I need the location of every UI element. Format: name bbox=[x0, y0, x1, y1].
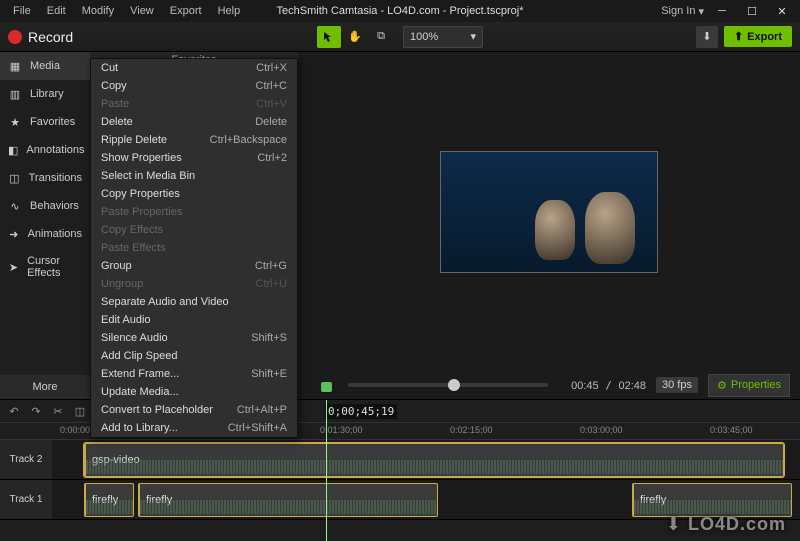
context-menu: CutCtrl+XCopyCtrl+CPasteCtrl+VDeleteDele… bbox=[90, 58, 298, 438]
preview-content bbox=[585, 192, 635, 264]
sidebar-item-media[interactable]: ▦Media bbox=[0, 52, 90, 80]
swap-icon: ◫ bbox=[8, 171, 21, 185]
sidebar-item-animations[interactable]: ➜Animations bbox=[0, 220, 90, 248]
ctx-item-copy-properties[interactable]: Copy Properties bbox=[91, 185, 297, 203]
waveform bbox=[86, 500, 133, 514]
books-icon: ▥ bbox=[8, 87, 22, 101]
redo-button[interactable]: ↷ bbox=[28, 403, 44, 419]
ctx-item-show-properties[interactable]: Show PropertiesCtrl+2 bbox=[91, 149, 297, 167]
ctx-item-paste-properties: Paste Properties bbox=[91, 203, 297, 221]
ctx-item-ripple-delete[interactable]: Ripple DeleteCtrl+Backspace bbox=[91, 131, 297, 149]
minimize-button[interactable]: ─ bbox=[710, 2, 734, 20]
waveform bbox=[86, 460, 783, 474]
ctx-item-paste-effects: Paste Effects bbox=[91, 239, 297, 257]
menu-help[interactable]: Help bbox=[211, 3, 248, 19]
zoom-dropdown[interactable]: 100%▾ bbox=[403, 26, 483, 48]
callout-icon: ◧ bbox=[8, 143, 18, 157]
record-icon bbox=[8, 30, 22, 44]
titlebar: File Edit Modify View Export Help TechSm… bbox=[0, 0, 800, 22]
upload-icon: ⬆ bbox=[734, 30, 743, 43]
export-button[interactable]: ⬆ Export bbox=[724, 26, 792, 47]
clip[interactable]: firefly bbox=[632, 483, 792, 517]
star-icon: ★ bbox=[8, 115, 22, 129]
undo-button[interactable]: ↶ bbox=[6, 403, 22, 419]
video-preview[interactable] bbox=[440, 151, 658, 273]
waveform bbox=[634, 500, 791, 514]
menu-edit[interactable]: Edit bbox=[40, 3, 73, 19]
gear-icon: ⚙ bbox=[717, 379, 727, 392]
more-button[interactable]: More bbox=[0, 375, 90, 399]
track-body[interactable]: gsp-video bbox=[52, 440, 800, 479]
track-header[interactable]: Track 1 bbox=[0, 480, 52, 519]
bars-icon: ∿ bbox=[8, 199, 22, 213]
sidebar-item-annotations[interactable]: ◧Annotations bbox=[0, 136, 90, 164]
ctx-item-separate-audio-and-video[interactable]: Separate Audio and Video bbox=[91, 293, 297, 311]
ctx-item-silence-audio[interactable]: Silence AudioShift+S bbox=[91, 329, 297, 347]
ctx-item-copy[interactable]: CopyCtrl+C bbox=[91, 77, 297, 95]
menu-file[interactable]: File bbox=[6, 3, 38, 19]
media-pane: Favorites CutCtrl+XCopyCtrl+CPasteCtrl+V… bbox=[90, 52, 298, 399]
ctx-item-update-media-[interactable]: Update Media... bbox=[91, 383, 297, 401]
sidebar-item-favorites[interactable]: ★Favorites bbox=[0, 108, 90, 136]
sidebar-item-transitions[interactable]: ◫Transitions bbox=[0, 164, 90, 192]
watermark: ⬇ LO4D.com bbox=[666, 514, 786, 535]
menu-modify[interactable]: Modify bbox=[75, 3, 121, 19]
ctx-item-edit-audio[interactable]: Edit Audio bbox=[91, 311, 297, 329]
signin-link[interactable]: Sign In ▾ bbox=[661, 5, 704, 18]
split-button[interactable]: ◫ bbox=[72, 403, 88, 419]
preview-content bbox=[535, 200, 575, 260]
sidebar: ▦Media ▥Library ★Favorites ◧Annotations … bbox=[0, 52, 90, 399]
film-icon: ▦ bbox=[8, 59, 22, 73]
cursor-icon: ➤ bbox=[8, 260, 19, 274]
pan-tool[interactable]: ✋ bbox=[343, 26, 367, 48]
clip[interactable]: gsp-video bbox=[84, 443, 784, 477]
cut-button[interactable]: ✂ bbox=[50, 403, 66, 419]
playhead-time: 0;00;45;19 bbox=[325, 404, 397, 419]
ctx-item-paste: PasteCtrl+V bbox=[91, 95, 297, 113]
crop-tool[interactable]: ⧉ bbox=[369, 26, 393, 48]
ruler-tick: 0:03:45;00 bbox=[710, 425, 753, 435]
ctx-item-group[interactable]: GroupCtrl+G bbox=[91, 257, 297, 275]
ctx-item-cut[interactable]: CutCtrl+X bbox=[91, 59, 297, 77]
track-header[interactable]: Track 2 bbox=[0, 440, 52, 479]
canvas-controls: 00:45 / 02:48 30 fps ⚙Properties bbox=[298, 371, 800, 399]
ctx-item-ungroup: UngroupCtrl+U bbox=[91, 275, 297, 293]
sidebar-item-behaviors[interactable]: ∿Behaviors bbox=[0, 192, 90, 220]
clip[interactable]: firefly bbox=[138, 483, 438, 517]
ctx-item-delete[interactable]: DeleteDelete bbox=[91, 113, 297, 131]
waveform bbox=[140, 500, 437, 514]
ctx-item-convert-to-placeholder[interactable]: Convert to PlaceholderCtrl+Alt+P bbox=[91, 401, 297, 419]
main-toolbar: Record ✋ ⧉ 100%▾ ⬇ ⬆ Export bbox=[0, 22, 800, 52]
record-button[interactable]: Record bbox=[8, 29, 73, 45]
arrow-icon: ➜ bbox=[8, 227, 20, 241]
menu-export[interactable]: Export bbox=[163, 3, 209, 19]
playhead[interactable] bbox=[326, 440, 327, 541]
ruler-tick: 0:02:15;00 bbox=[450, 425, 493, 435]
maximize-button[interactable]: ☐ bbox=[740, 2, 764, 20]
clip[interactable]: firefly bbox=[84, 483, 134, 517]
download-button[interactable]: ⬇ bbox=[696, 26, 718, 48]
close-button[interactable]: ✕ bbox=[770, 2, 794, 20]
chevron-down-icon: ▾ bbox=[470, 30, 476, 43]
time-display: 00:45 / 02:48 bbox=[571, 379, 646, 392]
sidebar-item-cursor[interactable]: ➤Cursor Effects bbox=[0, 248, 90, 286]
select-tool[interactable] bbox=[317, 26, 341, 48]
ctx-item-add-to-library-[interactable]: Add to Library...Ctrl+Shift+A bbox=[91, 419, 297, 437]
ctx-item-add-clip-speed[interactable]: Add Clip Speed bbox=[91, 347, 297, 365]
window-title: TechSmith Camtasia - LO4D.com - Project.… bbox=[277, 5, 524, 17]
slider-thumb[interactable] bbox=[448, 379, 460, 391]
menu-view[interactable]: View bbox=[123, 3, 161, 19]
ruler-tick: 0:03:00;00 bbox=[580, 425, 623, 435]
track: Track 2 gsp-video bbox=[0, 440, 800, 480]
chevron-down-icon: ▾ bbox=[698, 5, 704, 18]
ctx-item-copy-effects: Copy Effects bbox=[91, 221, 297, 239]
main-menu: File Edit Modify View Export Help bbox=[6, 3, 247, 19]
fps-badge: 30 fps bbox=[656, 377, 698, 393]
properties-button[interactable]: ⚙Properties bbox=[708, 374, 790, 397]
sidebar-item-library[interactable]: ▥Library bbox=[0, 80, 90, 108]
canvas-area: 00:45 / 02:48 30 fps ⚙Properties bbox=[298, 52, 800, 399]
zoom-slider[interactable] bbox=[348, 383, 548, 387]
ctx-item-select-in-media-bin[interactable]: Select in Media Bin bbox=[91, 167, 297, 185]
ctx-item-extend-frame-[interactable]: Extend Frame...Shift+E bbox=[91, 365, 297, 383]
